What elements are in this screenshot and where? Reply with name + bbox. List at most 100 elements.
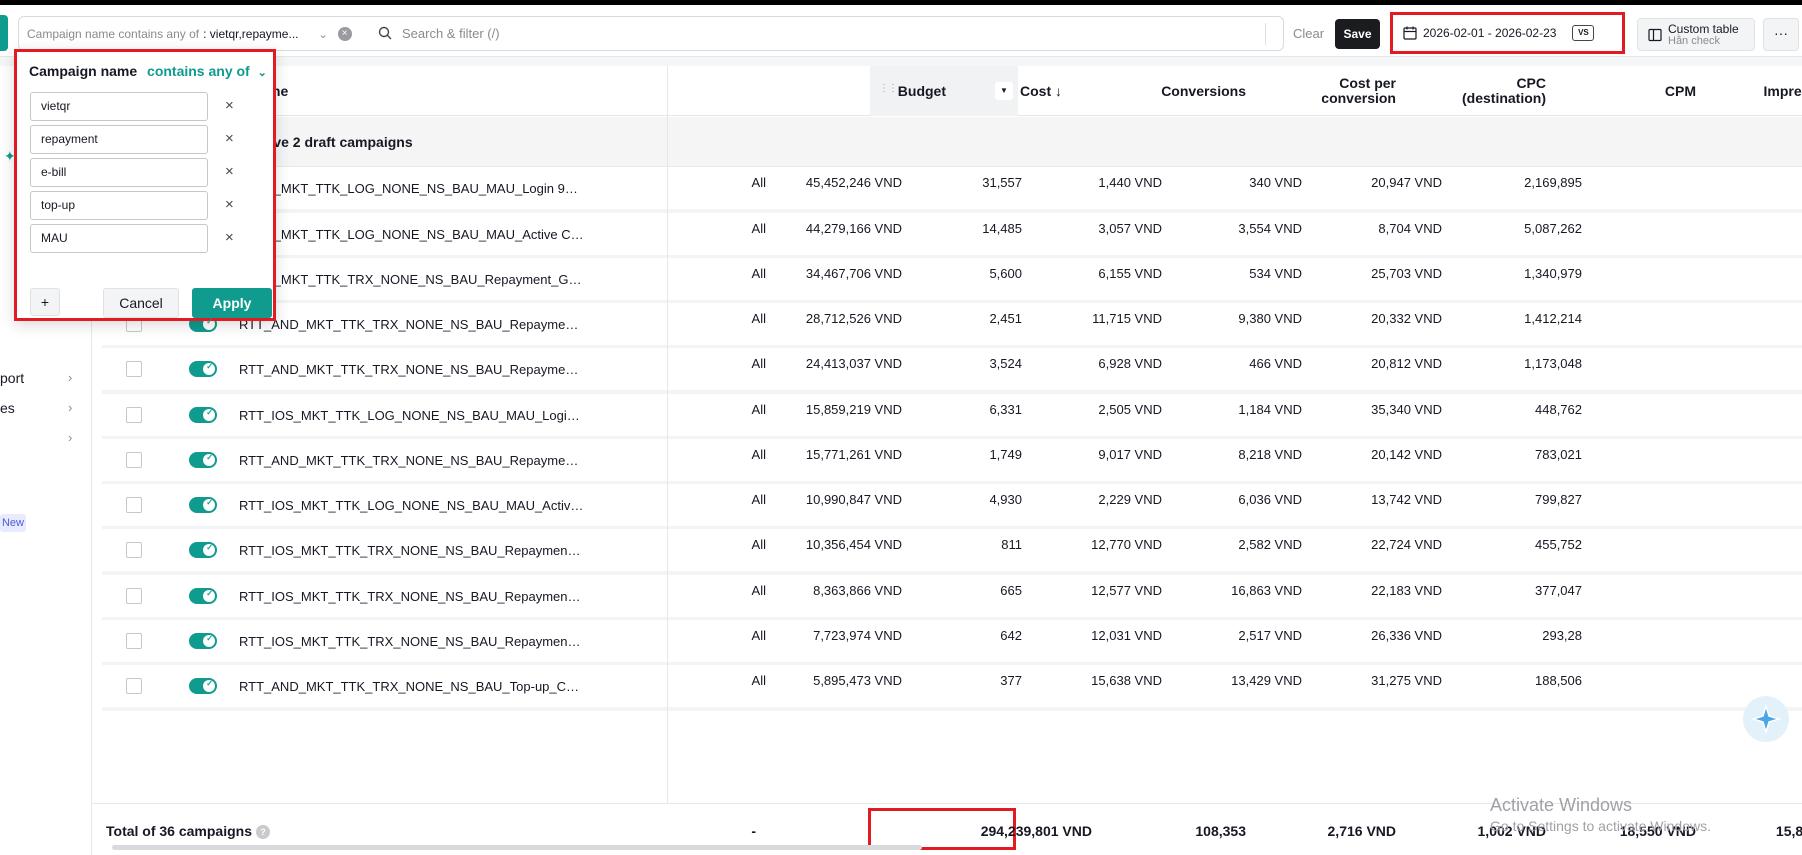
budget-cell: All	[751, 175, 766, 190]
table-row[interactable]: ✓ RTT_IOS_MKT_TTK_LOG_NONE_NS_BAU_MAU_Log…	[102, 394, 1802, 440]
operator-dropdown[interactable]: contains any of	[147, 63, 250, 79]
collapse-tab[interactable]	[0, 15, 8, 51]
apply-button[interactable]: Apply	[192, 288, 272, 318]
campaign-status-toggle[interactable]: ✓	[189, 588, 217, 604]
campaign-status-toggle[interactable]: ✓	[189, 407, 217, 423]
chevron-down-icon[interactable]: ⌄	[258, 67, 267, 79]
campaign-name[interactable]: RTT_AND_MKT_TTK_TRX_NONE_NS_BAU_Top-up_C…	[239, 679, 584, 694]
row-checkbox[interactable]	[126, 497, 142, 513]
table-row[interactable]: ✓ RTT_AND_MKT_TTK_TRX_NONE_NS_BAU_Repayme…	[102, 303, 1802, 349]
campaign-status-toggle[interactable]: ✓	[189, 633, 217, 649]
sort-dropdown-icon[interactable]: ▼	[995, 82, 1013, 100]
campaign-name[interactable]: _AND_MKT_TTK_LOG_NONE_NS_BAU_MAU_Login 9…	[239, 181, 584, 196]
cost-per-conversion-cell: 9,017 VND	[1098, 447, 1162, 462]
sidebar-item-report[interactable]: port ›	[0, 370, 80, 390]
row-checkbox[interactable]	[126, 361, 142, 377]
campaign-name[interactable]: _AND_MKT_TTK_TRX_NONE_NS_BAU_Repayment_G…	[239, 272, 584, 287]
clear-button[interactable]: Clear	[1293, 26, 1324, 41]
table-row[interactable]: _AND_MKT_TTK_TRX_NONE_NS_BAU_Repayment_G…	[102, 258, 1802, 304]
sidebar-item-other[interactable]: ›	[0, 430, 80, 450]
clear-chip-icon[interactable]: ×	[337, 27, 352, 41]
filter-chip[interactable]: Campaign name contains any of : vietqr,r…	[27, 23, 352, 45]
header-impressions[interactable]: Impressions	[1764, 84, 1802, 99]
campaign-status-toggle[interactable]: ✓	[189, 497, 217, 513]
filter-popover: Campaign name contains any of ⌄ vietqr × r…	[14, 49, 276, 321]
remove-value-icon[interactable]: ×	[225, 229, 234, 246]
table-row[interactable]: ✓ RTT_AND_MKT_TTK_TRX_NONE_NS_BAU_Repayme…	[102, 439, 1802, 485]
cpc-cell: 466 VND	[1249, 356, 1302, 371]
campaign-name[interactable]: RTT_IOS_MKT_TTK_TRX_NONE_NS_BAU_Repaymen…	[239, 543, 584, 558]
info-icon[interactable]: ?	[256, 825, 270, 840]
header-cpm[interactable]: CPM	[1665, 84, 1696, 99]
conversions-cell: 4,930	[989, 492, 1022, 507]
table-row[interactable]: ✓ RTT_IOS_MKT_TTK_TRX_NONE_NS_BAU_Repayme…	[102, 529, 1802, 575]
check-icon: ✓	[206, 498, 213, 507]
sidebar-item-rules[interactable]: es ›	[0, 400, 80, 420]
remove-value-icon[interactable]: ×	[225, 163, 234, 180]
campaign-name[interactable]: RTT_AND_MKT_TTK_TRX_NONE_NS_BAU_Repaymen…	[239, 317, 584, 332]
row-checkbox[interactable]	[126, 407, 142, 423]
table-row[interactable]: _AND_MKT_TTK_LOG_NONE_NS_BAU_MAU_Active …	[102, 213, 1802, 259]
campaign-name[interactable]: RTT_AND_MKT_TTK_TRX_NONE_NS_BAU_Repaymen…	[239, 362, 584, 377]
filter-value-input[interactable]: repayment	[30, 125, 208, 154]
filter-value-input[interactable]: MAU	[30, 224, 208, 253]
header-conversions[interactable]: Conversions	[1161, 84, 1246, 99]
cpm-cell: 20,947 VND	[1371, 175, 1442, 190]
budget-cell: All	[751, 402, 766, 417]
impressions-cell: 5,087,262	[1524, 221, 1582, 236]
impressions-cell: 455,752	[1535, 537, 1582, 552]
table-row[interactable]: ✓ RTT_IOS_MKT_TTK_LOG_NONE_NS_BAU_MAU_Act…	[102, 484, 1802, 530]
header-line: (destination)	[1462, 90, 1546, 106]
add-value-button[interactable]: +	[30, 288, 60, 316]
table-row[interactable]: ✓ RTT_IOS_MKT_TTK_TRX_NONE_NS_BAU_Repayme…	[102, 620, 1802, 666]
search-filter-box[interactable]: Campaign name contains any of : vietqr,r…	[18, 16, 1284, 51]
table-row[interactable]: ✓ RTT_IOS_MKT_TTK_TRX_NONE_NS_BAU_Repayme…	[102, 575, 1802, 621]
save-button[interactable]: Save	[1335, 19, 1380, 49]
campaign-status-toggle[interactable]: ✓	[189, 452, 217, 468]
cancel-button[interactable]: Cancel	[103, 288, 179, 318]
remove-value-icon[interactable]: ×	[225, 97, 234, 114]
campaign-name[interactable]: RTT_IOS_MKT_TTK_TRX_NONE_NS_BAU_Repaymen…	[239, 634, 584, 649]
remove-value-icon[interactable]: ×	[225, 196, 234, 213]
campaign-name[interactable]: RTT_AND_MKT_TTK_TRX_NONE_NS_BAU_Repaymen…	[239, 453, 584, 468]
campaign-name[interactable]: _AND_MKT_TTK_LOG_NONE_NS_BAU_MAU_Active …	[239, 227, 584, 242]
campaign-status-toggle[interactable]: ✓	[189, 678, 217, 694]
assistant-button[interactable]	[1743, 696, 1789, 742]
table-row[interactable]: _AND_MKT_TTK_LOG_NONE_NS_BAU_MAU_Login 9…	[102, 167, 1802, 213]
filter-value-input[interactable]: e-bill	[30, 158, 208, 187]
budget-cell: All	[751, 311, 766, 326]
row-checkbox[interactable]	[126, 542, 142, 558]
budget-cell: All	[751, 628, 766, 643]
campaign-name[interactable]: RTT_IOS_MKT_TTK_LOG_NONE_NS_BAU_MAU_Logi…	[239, 408, 584, 423]
remove-value-icon[interactable]: ×	[225, 130, 234, 147]
header-cpc[interactable]: CPC (destination)	[1462, 76, 1546, 106]
header-cost-per-conversion[interactable]: Cost per conversion	[1321, 76, 1396, 106]
header-cost[interactable]: Cost ↓	[1020, 84, 1062, 99]
total-cost: 294,239,801 VND	[980, 823, 1092, 839]
cost-cell: 10,356,454 VND	[805, 537, 902, 552]
draft-notice-row[interactable]: have 2 draft campaigns	[92, 117, 1802, 167]
row-checkbox[interactable]	[126, 452, 142, 468]
compare-button[interactable]: VS	[1572, 25, 1595, 41]
search-input[interactable]: Search & filter (/)	[402, 26, 500, 41]
custom-table-button[interactable]: Custom table Hằn check	[1637, 18, 1755, 51]
row-checkbox[interactable]	[126, 678, 142, 694]
table-row[interactable]: ✓ RTT_AND_MKT_TTK_TRX_NONE_NS_BAU_Top-up_…	[102, 665, 1802, 711]
table-row[interactable]: ✓ RTT_AND_MKT_TTK_TRX_NONE_NS_BAU_Repayme…	[102, 348, 1802, 394]
filter-value-input[interactable]: vietqr	[30, 92, 208, 121]
campaign-name[interactable]: RTT_IOS_MKT_TTK_TRX_NONE_NS_BAU_Repaymen…	[239, 589, 584, 604]
horizontal-scrollbar[interactable]	[112, 845, 922, 850]
campaign-name[interactable]: RTT_IOS_MKT_TTK_LOG_NONE_NS_BAU_MAU_Acti…	[239, 498, 584, 513]
impressions-cell: 1,412,214	[1524, 311, 1582, 326]
campaign-status-toggle[interactable]: ✓	[189, 542, 217, 558]
row-checkbox[interactable]	[126, 633, 142, 649]
filter-value-input[interactable]: top-up	[30, 191, 208, 220]
chevron-down-icon[interactable]: ⌄	[318, 28, 327, 41]
campaign-status-toggle[interactable]: ✓	[189, 361, 217, 377]
row-checkbox[interactable]	[126, 588, 142, 604]
drag-handle-icon[interactable]: ⋮⋮	[879, 83, 898, 94]
more-options-button[interactable]: ···	[1763, 18, 1799, 51]
sparkle-icon	[1751, 704, 1781, 734]
date-range-picker[interactable]: 2026-02-01 - 2026-02-23 VS	[1397, 20, 1617, 46]
header-budget[interactable]: Budget	[898, 84, 946, 99]
